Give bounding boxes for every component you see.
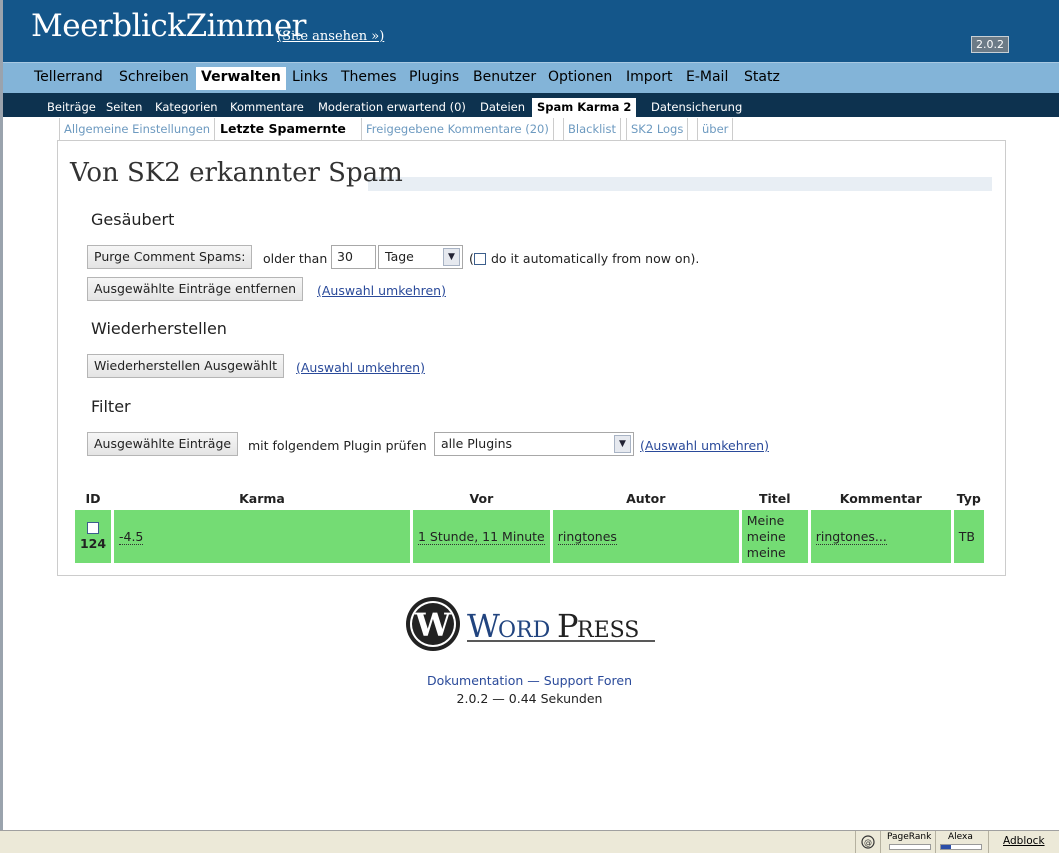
footer-links[interactable]: Dokumentation — Support Foren [0,673,1059,688]
tab-about[interactable]: über [697,118,734,141]
nav-themes[interactable]: Themes [336,68,402,86]
type-cell: TB [953,510,984,563]
column-header: Vor [469,490,494,506]
svg-text:P: P [557,607,579,645]
plugin-select-value: alle Plugins [441,436,513,451]
remove-selected-button[interactable]: Ausgewählte Einträge entfernen [87,277,304,301]
karma-value[interactable]: -4.5 [119,529,144,545]
ago-value[interactable]: 1 Stunde, 11 Minute [418,529,545,545]
column-header: Autor [626,490,666,506]
content-wrap: Von SK2 erkannter Spam Gesäubert Purge C… [57,140,1006,576]
subnav-moderation[interactable]: Moderation erwartend (0) [318,100,466,114]
adblock-widget[interactable]: Adblock [988,831,1059,853]
nav-optionen[interactable]: Optionen [543,68,617,86]
subnav-spam-karma[interactable]: Spam Karma 2 [532,98,637,120]
nav-verwalten[interactable]: Verwalten [196,67,286,90]
title-value: Meine meine meine [746,512,786,560]
row-select-checkbox[interactable] [87,522,99,534]
karma-cell: -4.5 [114,510,410,563]
admin-header: MeerblickZimmer (Site ansehen ») 2.0.2 [3,0,1059,62]
nav-tellerrand[interactable]: Tellerrand [29,68,108,86]
column-header: Titel [758,490,791,506]
nav-plugins[interactable]: Plugins [404,68,464,86]
status-globe-icon[interactable]: @ [855,831,880,853]
main-navigation: Tellerrand Schreiben Verwalten Links The… [3,62,1059,94]
section-filter-heading: Filter [91,397,131,416]
view-site-link[interactable]: (Site ansehen ») [277,29,384,44]
wordpress-logo: W W ORD P RESS [405,596,657,658]
section-restore-heading: Wiederherstellen [91,319,227,338]
id-cell: 124 [75,510,111,563]
svg-text:W: W [414,606,452,644]
alexa-label: Alexa [948,832,973,842]
auto-purge-checkbox[interactable] [474,253,486,265]
nav-benutzer[interactable]: Benutzer [468,68,541,86]
column-header: Typ [956,490,981,506]
blog-title: MeerblickZimmer [31,8,306,44]
alexa-bar [940,844,982,850]
svg-text:ORD: ORD [498,618,550,643]
subnav-dateien[interactable]: Dateien [480,100,525,114]
invert-selection-link[interactable]: (Auswahl umkehren) [296,360,425,375]
unit-select[interactable]: Tage ▼ [378,245,463,269]
invert-selection-link[interactable]: (Auswahl umkehren) [317,283,446,298]
author-cell: ringtones [552,510,739,563]
row-id: 124 [79,536,107,551]
column-header: Karma [239,490,285,506]
older-than-label: older than [263,251,328,266]
comment-cell: ringtones... [810,510,951,563]
section-purged-heading: Gesäubert [91,210,175,229]
footer-version: 2.0.2 — 0.44 Sekunden [456,691,603,706]
invert-selection-link[interactable]: (Auswahl umkehren) [640,438,769,453]
table-header-row: ID Karma Vor Autor Titel Kommentar Typ [75,488,984,508]
nav-import[interactable]: Import [621,68,677,86]
title-underline [368,177,992,191]
unit-select-value: Tage [385,249,414,264]
table-row: 124 -4.5 1 Stunde, 11 Minute ringtones M… [75,510,984,563]
nav-links[interactable]: Links [287,68,333,86]
subnav-datensicherung[interactable]: Datensicherung [651,100,742,114]
tab-approved-comments[interactable]: Freigegebene Kommentare (20) [361,118,554,141]
tab-general-settings[interactable]: Allgemeine Einstellungen [59,118,216,141]
restore-selected-button[interactable]: Wiederherstellen Ausgewählt [87,354,284,378]
page-title: Von SK2 erkannter Spam [70,158,403,188]
ago-cell: 1 Stunde, 11 Minute [413,510,550,563]
sub-navigation: Beiträge Seiten Kategorien Kommentare Mo… [3,93,1059,120]
adblock-label: Adblock [1003,835,1045,847]
subnav-kommentare[interactable]: Kommentare [230,100,304,114]
type-value: TB [958,529,975,544]
browser-statusbar: @ PageRank Alexa Adblock [0,830,1059,853]
svg-text:RESS: RESS [577,618,639,643]
column-header: ID [85,490,101,506]
check-selected-button[interactable]: Ausgewählte Einträge [87,432,239,456]
version-badge: 2.0.2 [971,36,1009,53]
svg-text:W: W [467,607,500,645]
subnav-seiten[interactable]: Seiten [106,100,142,114]
plugin-select[interactable]: alle Plugins ▼ [434,432,634,456]
pagerank-bar [889,844,931,850]
tab-sk2-logs[interactable]: SK2 Logs [626,118,689,141]
nav-email[interactable]: E-Mail [681,68,733,86]
spam-table: ID Karma Vor Autor Titel Kommentar Typ 1… [72,486,987,565]
column-header: Kommentar [839,490,922,506]
days-input[interactable]: 30 [331,245,376,269]
pagerank-label: PageRank [887,832,932,842]
subnav-kategorien[interactable]: Kategorien [155,100,218,114]
chevron-down-icon: ▼ [443,248,460,266]
purge-spam-button[interactable]: Purge Comment Spams: [87,245,253,269]
svg-text:@: @ [864,838,872,847]
tab-blacklist[interactable]: Blacklist [563,118,622,141]
nav-statz[interactable]: Statz [739,68,785,86]
auto-purge-label: do it automatically from now on). [491,251,700,266]
subnav-beitraege[interactable]: Beiträge [47,100,96,114]
chevron-down-icon: ▼ [614,435,631,453]
alexa-widget[interactable]: Alexa [935,831,988,853]
pagerank-widget[interactable]: PageRank [880,831,935,853]
check-with-plugin-label: mit folgendem Plugin prüfen [248,438,427,453]
author-value[interactable]: ringtones [557,529,617,545]
nav-schreiben[interactable]: Schreiben [114,68,194,86]
comment-value[interactable]: ringtones... [815,529,887,545]
title-cell: Meine meine meine [741,510,808,563]
